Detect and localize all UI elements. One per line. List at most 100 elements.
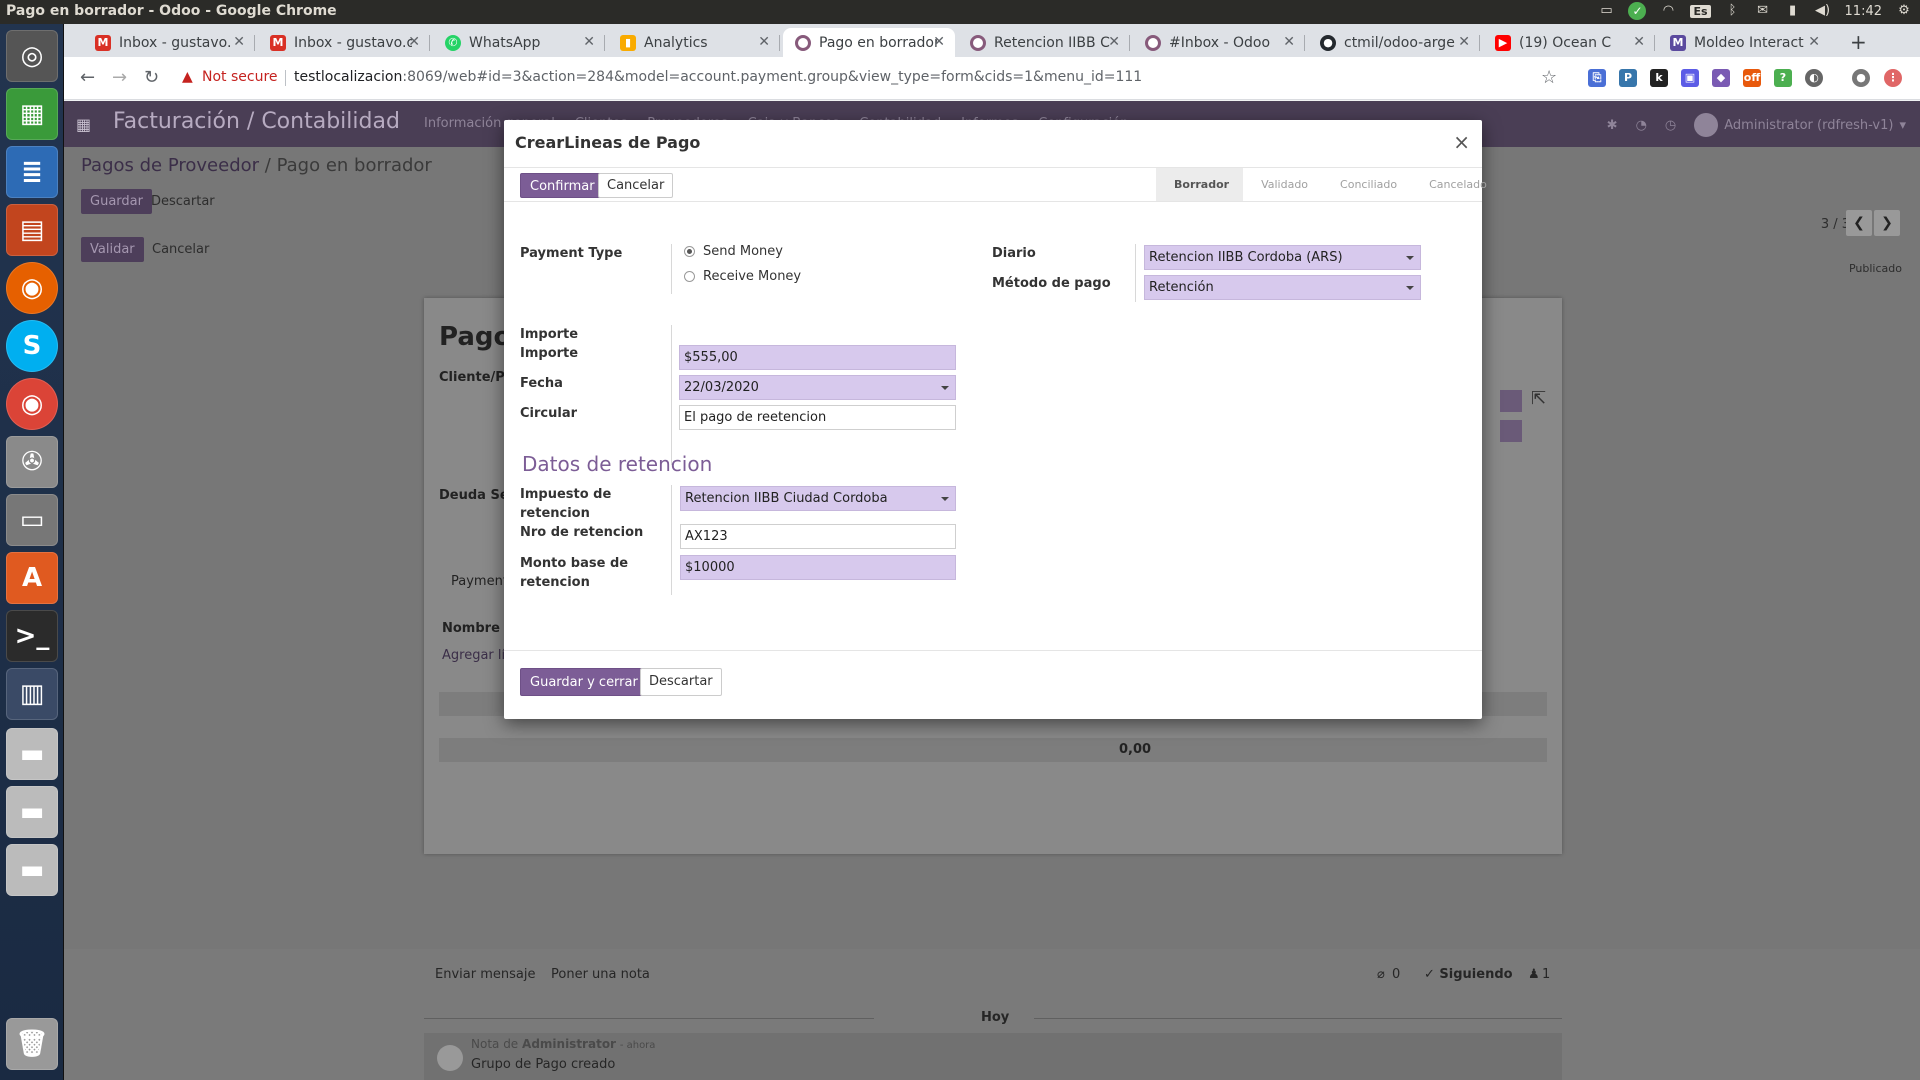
status-cancelled[interactable]: Cancelado bbox=[1411, 168, 1501, 201]
browser-tab[interactable]: M Inbox - gustavo. ✕ bbox=[83, 28, 255, 57]
tab-close-icon[interactable]: ✕ bbox=[758, 34, 770, 50]
security-indicator[interactable]: Not secure bbox=[202, 69, 278, 85]
discard-button[interactable]: Descartar bbox=[640, 668, 722, 696]
gear-icon[interactable]: ⚙ bbox=[1896, 4, 1912, 18]
drive-icon[interactable]: ▬ bbox=[6, 786, 58, 838]
tab-close-icon[interactable]: ✕ bbox=[1108, 34, 1120, 50]
battery-icon[interactable]: ▮ bbox=[1785, 4, 1801, 18]
tab-close-icon[interactable]: ✕ bbox=[1633, 34, 1645, 50]
bug-icon[interactable]: ✱ bbox=[1607, 118, 1618, 133]
mail-icon[interactable]: ✉ bbox=[1755, 4, 1771, 18]
browser-tab[interactable]: M Moldeo Interact ✕ bbox=[1658, 28, 1830, 57]
status-validated[interactable]: Validado bbox=[1243, 168, 1322, 201]
trash-icon[interactable]: 🗑 bbox=[6, 1018, 58, 1070]
tab-close-icon[interactable]: ✕ bbox=[1808, 34, 1820, 50]
withholding-number-input[interactable]: AX123 bbox=[680, 524, 956, 549]
payment-method-select[interactable]: Retención bbox=[1144, 275, 1421, 300]
app-title[interactable]: Facturación / Contabilidad bbox=[113, 109, 400, 134]
tab-close-icon[interactable]: ✕ bbox=[1283, 34, 1295, 50]
discard-button[interactable]: Descartar bbox=[142, 189, 224, 214]
browser-tab[interactable]: ▶ (19) Ocean C ✕ bbox=[1483, 28, 1655, 57]
chrome-icon[interactable]: ◉ bbox=[6, 378, 58, 430]
tab-payment[interactable]: Payment bbox=[451, 574, 508, 589]
skype-icon[interactable]: S bbox=[6, 320, 58, 372]
pager-next-icon[interactable]: ❯ bbox=[1874, 210, 1900, 236]
memo-input[interactable]: El pago de reetencion bbox=[679, 405, 956, 430]
pager-previous-icon[interactable]: ❮ bbox=[1846, 210, 1872, 236]
add-line-link[interactable]: Agregar lín bbox=[442, 648, 513, 663]
followers-count[interactable]: 1 bbox=[1542, 967, 1550, 982]
tab-close-icon[interactable]: ✕ bbox=[408, 34, 420, 50]
url-text[interactable]: testlocalizacion:8069/web#id=3&action=28… bbox=[294, 69, 1142, 85]
dropdown-caret[interactable] bbox=[1500, 390, 1522, 412]
drive-icon[interactable]: ▬ bbox=[6, 728, 58, 780]
activity-clock-icon[interactable]: ◷ bbox=[1665, 118, 1676, 133]
external-link-icon[interactable]: ⇱ bbox=[1531, 388, 1546, 409]
amount-input[interactable]: $555,00 bbox=[679, 345, 956, 370]
reload-icon[interactable]: ↻ bbox=[144, 67, 159, 88]
browser-tab[interactable]: ✆ WhatsApp ✕ bbox=[433, 28, 605, 57]
confirm-button[interactable]: Confirmar bbox=[520, 173, 605, 198]
browser-tab[interactable]: Retencion IIBB C ✕ bbox=[958, 28, 1130, 57]
forward-arrow-icon[interactable]: → bbox=[112, 67, 127, 88]
browser-tab-active[interactable]: Pago en borrador ✕ bbox=[783, 28, 955, 57]
date-input[interactable]: 22/03/2020 bbox=[679, 375, 956, 400]
ubuntu-logo-icon[interactable]: ◎ bbox=[6, 30, 58, 82]
software-center-icon[interactable]: A bbox=[6, 552, 58, 604]
tab-close-icon[interactable]: ✕ bbox=[233, 34, 245, 50]
wifi-icon[interactable]: ◠ bbox=[1660, 4, 1676, 18]
extension-icon[interactable]: ◆ bbox=[1712, 69, 1730, 87]
validate-button[interactable]: Validar bbox=[81, 237, 144, 262]
chat-icon[interactable]: ◔ bbox=[1636, 118, 1647, 133]
theme-extension-icon[interactable]: ◐ bbox=[1805, 69, 1823, 87]
tab-close-icon[interactable]: ✕ bbox=[933, 34, 945, 50]
followers-icon[interactable]: ♟ bbox=[1528, 967, 1540, 982]
bluetooth-icon[interactable]: ᛒ bbox=[1725, 4, 1741, 18]
off-extension-icon[interactable]: off bbox=[1743, 69, 1761, 87]
k-extension-icon[interactable]: k bbox=[1650, 69, 1668, 87]
dropdown-caret[interactable] bbox=[1500, 420, 1522, 442]
drive-icon[interactable]: ▬ bbox=[6, 844, 58, 896]
log-note-button[interactable]: Poner una nota bbox=[551, 967, 650, 982]
browser-tab[interactable]: ▮ Analytics ✕ bbox=[608, 28, 780, 57]
radio-send-money[interactable]: Send Money bbox=[684, 244, 783, 259]
paperclip-icon[interactable]: ⌀ bbox=[1377, 967, 1385, 982]
settings-tools-icon[interactable]: ✇ bbox=[6, 436, 58, 488]
cancel-button[interactable]: Cancelar bbox=[598, 173, 674, 198]
video-extension-icon[interactable]: ▣ bbox=[1681, 69, 1699, 87]
chrome-menu-icon[interactable]: ⋮ bbox=[1884, 69, 1902, 87]
tab-close-icon[interactable]: ✕ bbox=[583, 34, 595, 50]
terminal-icon[interactable]: >_ bbox=[6, 610, 58, 662]
status-draft[interactable]: Borrador bbox=[1156, 168, 1244, 201]
writer-app-icon[interactable]: ≣ bbox=[6, 146, 58, 198]
browser-tab[interactable]: M Inbox - gustavo.o ✕ bbox=[258, 28, 430, 57]
volume-icon[interactable]: ◀) bbox=[1815, 4, 1831, 18]
following-button[interactable]: ✓ Siguiendo bbox=[1424, 967, 1513, 982]
bookmark-star-icon[interactable]: ☆ bbox=[1541, 67, 1557, 88]
help-extension-icon[interactable]: ? bbox=[1774, 69, 1792, 87]
apps-menu-icon[interactable]: ▦ bbox=[76, 115, 91, 134]
new-tab-button[interactable]: + bbox=[1850, 30, 1867, 54]
firefox-icon[interactable]: ◉ bbox=[6, 262, 58, 314]
update-check-icon[interactable]: ✓ bbox=[1628, 2, 1647, 20]
workspace-switcher-icon[interactable]: ▥ bbox=[6, 668, 58, 720]
spreadsheet-app-icon[interactable]: ▦ bbox=[6, 88, 58, 140]
presentation-app-icon[interactable]: ▤ bbox=[6, 204, 58, 256]
profile-avatar[interactable]: ● bbox=[1852, 69, 1870, 87]
screen-icon[interactable]: ▭ bbox=[1598, 4, 1614, 18]
withholding-base-input[interactable]: $10000 bbox=[680, 555, 956, 580]
extension-icon[interactable]: ⎘ bbox=[1588, 69, 1606, 87]
status-reconciled[interactable]: Conciliado bbox=[1322, 168, 1411, 201]
address-bar[interactable]: ▲ Not secure testlocalizacion:8069/web#i… bbox=[172, 62, 1632, 94]
radio-receive-money[interactable]: Receive Money bbox=[684, 269, 801, 284]
attachment-count[interactable]: 0 bbox=[1392, 967, 1400, 982]
user-menu[interactable]: Administrator (rdfresh-v1) ▾ bbox=[1694, 113, 1906, 137]
journal-select[interactable]: Retencion IIBB Cordoba (ARS) bbox=[1144, 245, 1421, 270]
tab-close-icon[interactable]: ✕ bbox=[1458, 34, 1470, 50]
close-icon[interactable]: × bbox=[1453, 130, 1470, 154]
breadcrumb-parent[interactable]: Pagos de Proveedor bbox=[81, 155, 259, 176]
clock[interactable]: 11:42 bbox=[1845, 4, 1882, 19]
warning-triangle-icon[interactable]: ▲ bbox=[182, 69, 193, 85]
save-and-close-button[interactable]: Guardar y cerrar bbox=[520, 668, 648, 696]
browser-tab[interactable]: #Inbox - Odoo ✕ bbox=[1133, 28, 1305, 57]
